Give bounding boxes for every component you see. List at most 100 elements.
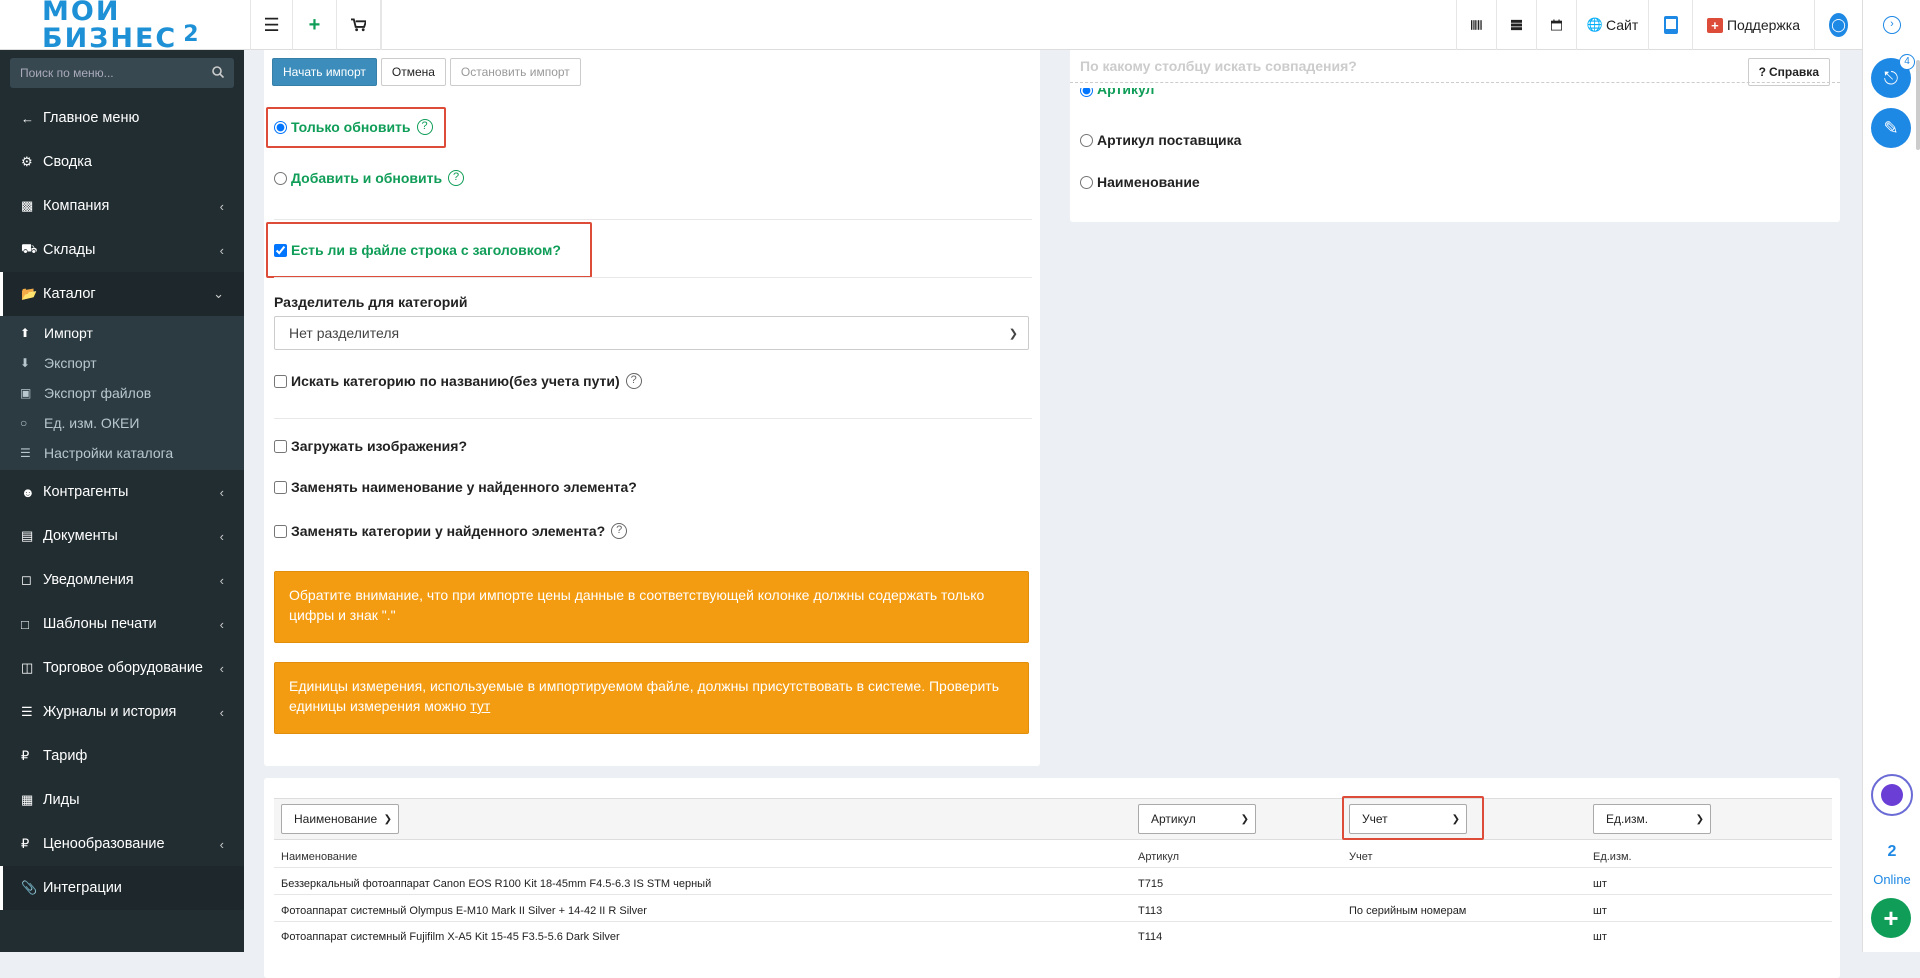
ruble-icon: ₽ [21, 836, 30, 851]
list-icon: ☰ [20, 446, 31, 460]
collapse-right-icon[interactable]: › [1883, 16, 1901, 34]
table-cell: Фотоаппарат системный Olympus E-M10 Mark… [281, 905, 647, 917]
calendar-icon[interactable] [1536, 0, 1576, 50]
header-row-option[interactable]: Есть ли в файле строка с заголовком? [274, 242, 561, 258]
chevron-left-icon: ‹ [219, 242, 224, 258]
match-supplier-article-radio[interactable] [1080, 133, 1093, 147]
sidebar-subitem-export[interactable]: ⬇ Экспорт [0, 348, 244, 378]
search-category-checkbox[interactable] [274, 374, 287, 388]
add-floating-button[interactable]: + [1871, 898, 1911, 938]
sidebar-item-tariff[interactable]: ₽ Тариф [0, 734, 244, 778]
right-toolbar: › ⎋ 4 ✎ 2 Online + [1862, 0, 1920, 952]
column-select-name[interactable]: Наименование ❯ [281, 804, 399, 834]
sidebar-item-counterparties[interactable]: ☻ Контрагенты ‹ [0, 470, 244, 514]
sidebar-item-trade-equipment[interactable]: ◫ Торговое оборудование ‹ [0, 646, 244, 690]
notification-badge: 4 [1899, 54, 1915, 70]
column-select-article[interactable]: Артикул ❯ [1138, 804, 1256, 834]
table-cell: По серийным номерам [1349, 905, 1467, 917]
load-images-option[interactable]: Загружать изображения? [274, 438, 467, 454]
divider [274, 867, 1832, 868]
gear-icon: ⚙ [21, 154, 33, 169]
assistant-icon [1881, 784, 1903, 806]
table-cell: шт [1593, 931, 1607, 943]
menu-search[interactable] [10, 58, 234, 88]
sidebar-subitem-import[interactable]: ⬆ Импорт [0, 318, 244, 348]
app-icon[interactable] [1648, 0, 1692, 50]
online-count: 2 [1887, 843, 1897, 860]
chat-button[interactable]: ✎ [1871, 108, 1911, 148]
match-name-radio[interactable] [1080, 175, 1093, 189]
match-supplier-article-option[interactable]: Артикул поставщика [1080, 132, 1241, 148]
sidebar-item-warehouses[interactable]: ⛟ Склады ‹ [0, 228, 244, 272]
sidebar-item-journals[interactable]: ☰ Журналы и история ‹ [0, 690, 244, 734]
add-icon[interactable]: + [292, 0, 336, 50]
sidebar-subitem-units[interactable]: ○ Ед. изм. ОКЕИ [0, 408, 244, 438]
table-cell: Беззеркальный фотоаппарат Canon EOS R100… [281, 878, 712, 890]
match-article-radio[interactable] [1080, 88, 1093, 97]
help-icon[interactable]: ? [611, 523, 628, 539]
site-button[interactable]: 🌐 Сайт [1576, 0, 1648, 50]
user-avatar[interactable]: ◯ [1814, 0, 1862, 50]
match-column-panel: По какому столбцу искать совпадения? ? Сп… [1070, 44, 1840, 222]
file-icon: □ [21, 616, 29, 632]
sidebar-item-company[interactable]: ▩ Компания ‹ [0, 184, 244, 228]
sidebar-subitem-catalog-settings[interactable]: ☰ Настройки каталога [0, 438, 244, 468]
logo-text-2: 2 [183, 22, 201, 47]
logo[interactable]: МОЙ БИЗНЕС 2 [0, 0, 250, 52]
units-link[interactable]: тут [470, 698, 490, 714]
replace-categories-option[interactable]: Заменять категории у найденного элемента… [274, 523, 628, 539]
column-select-accounting[interactable]: Учет ❯ [1349, 804, 1467, 834]
only-update-radio[interactable] [274, 120, 287, 134]
search-category-option[interactable]: Искать категорию по названию(без учета п… [274, 373, 642, 389]
cart-icon[interactable] [336, 0, 380, 50]
cancel-button[interactable]: Отмена [380, 58, 446, 86]
search-icon[interactable] [212, 65, 225, 81]
sidebar-item-documents[interactable]: ▤ Документы ‹ [0, 514, 244, 558]
server-icon[interactable] [1496, 0, 1536, 50]
load-images-checkbox[interactable] [274, 439, 287, 453]
truck-icon: ⛟ [21, 241, 38, 256]
menu-search-input[interactable] [20, 66, 200, 80]
column-select-unit[interactable]: Ед.изм. ❯ [1593, 804, 1711, 834]
divider [274, 418, 1032, 419]
table-header-name: Наименование [281, 851, 358, 863]
image-icon: ▣ [20, 386, 32, 400]
scrollbar[interactable] [1916, 60, 1920, 150]
assistant-button[interactable] [1871, 774, 1913, 816]
divider [274, 894, 1832, 895]
help-icon[interactable]: ? [625, 373, 642, 389]
start-import-button[interactable]: Начать импорт [272, 58, 377, 86]
sidebar-subitem-export-files[interactable]: ▣ Экспорт файлов [0, 378, 244, 408]
sidebar-item-pricing[interactable]: ₽ Ценообразование ‹ [0, 822, 244, 866]
sidebar-item-integrations[interactable]: 📎 Интеграции [0, 866, 244, 910]
add-and-update-option[interactable]: Добавить и обновить ? [274, 170, 465, 186]
stop-import-button[interactable]: Остановить импорт [449, 58, 581, 86]
replace-categories-checkbox[interactable] [274, 524, 287, 538]
sidebar-item-leads[interactable]: ▦ Лиды [0, 778, 244, 822]
help-icon[interactable]: ? [448, 170, 465, 186]
category-separator-select[interactable]: Нет разделителя ❯ [274, 316, 1029, 350]
header-row-checkbox[interactable] [274, 243, 287, 257]
support-button[interactable]: + Поддержка [1692, 0, 1814, 50]
sidebar-item-summary[interactable]: ⚙ Сводка [0, 140, 244, 184]
table-cell: Фотоаппарат системный Fujifilm X-A5 Kit … [281, 931, 620, 943]
barcode-icon[interactable] [1456, 0, 1496, 50]
sidebar-item-print-templates[interactable]: □ Шаблоны печати ‹ [0, 602, 244, 646]
chevron-left-icon: ‹ [219, 484, 224, 500]
replace-name-option[interactable]: Заменять наименование у найденного элеме… [274, 479, 637, 495]
sidebar-item-catalog[interactable]: 📂 Каталог ⌄ [0, 272, 244, 316]
only-update-option[interactable]: Только обновить ? [274, 119, 433, 135]
add-and-update-radio[interactable] [274, 171, 287, 185]
match-article-option[interactable]: Артикул [1080, 88, 1154, 102]
folder-open-icon: 📂 [21, 286, 38, 301]
replace-name-checkbox[interactable] [274, 480, 287, 494]
sidebar-item-notifications[interactable]: ◻ Уведомления ‹ [0, 558, 244, 602]
match-name-option[interactable]: Наименование [1080, 174, 1200, 190]
menu-toggle-icon[interactable]: ☰ [250, 0, 292, 50]
sidebar-item-main-menu[interactable]: ← Главное меню [0, 96, 244, 140]
help-icon[interactable]: ? [416, 119, 433, 135]
ruble-icon: ₽ [21, 748, 30, 763]
chevron-left-icon: ‹ [219, 836, 224, 852]
chevron-down-icon: ❯ [1008, 327, 1018, 340]
table-header-accounting: Учет [1349, 851, 1373, 863]
